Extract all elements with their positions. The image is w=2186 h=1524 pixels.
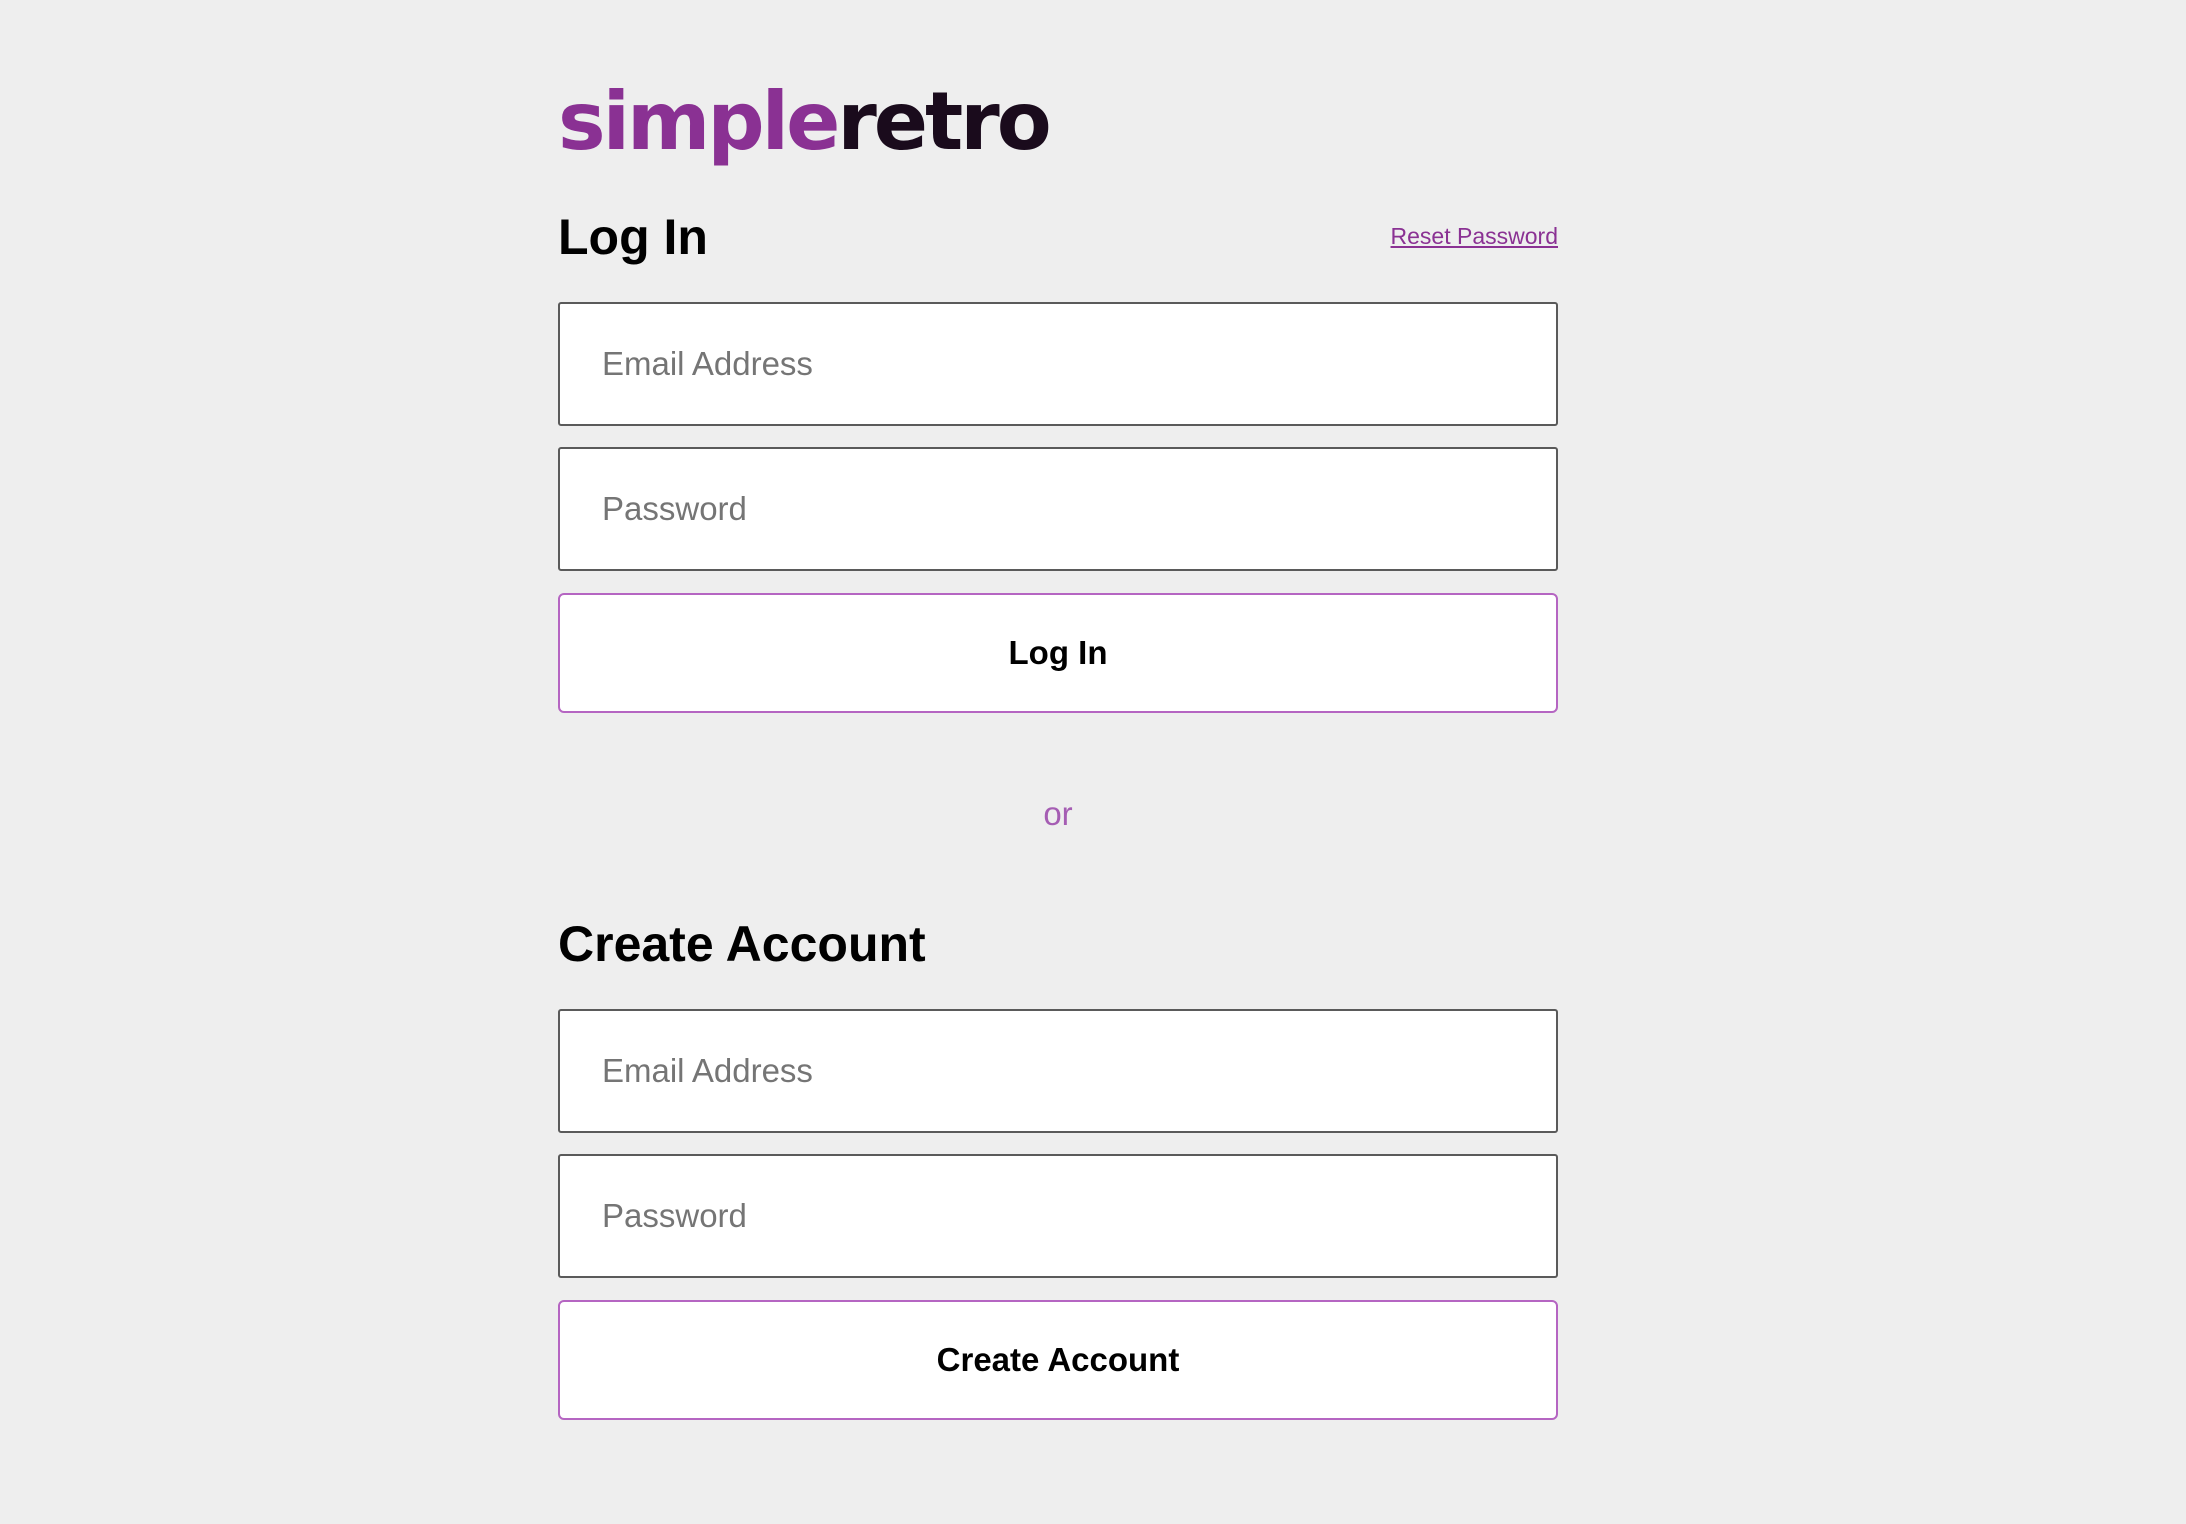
logo-part-retro: retro: [837, 75, 1051, 168]
create-account-title: Create Account: [558, 916, 926, 972]
login-email-input[interactable]: [558, 302, 1558, 426]
create-account-header: Create Account: [558, 914, 1558, 974]
login-header: Log In Reset Password: [558, 207, 1558, 267]
login-button[interactable]: Log In: [558, 593, 1558, 713]
reset-password-link[interactable]: Reset Password: [1391, 223, 1558, 250]
logo: simpleretro: [558, 72, 1052, 172]
create-password-input[interactable]: [558, 1154, 1558, 1278]
logo-part-simple: simple: [558, 75, 840, 168]
or-separator: or: [1043, 795, 1073, 832]
create-email-input[interactable]: [558, 1009, 1558, 1133]
create-account-button[interactable]: Create Account: [558, 1300, 1558, 1420]
login-password-input[interactable]: [558, 447, 1558, 571]
